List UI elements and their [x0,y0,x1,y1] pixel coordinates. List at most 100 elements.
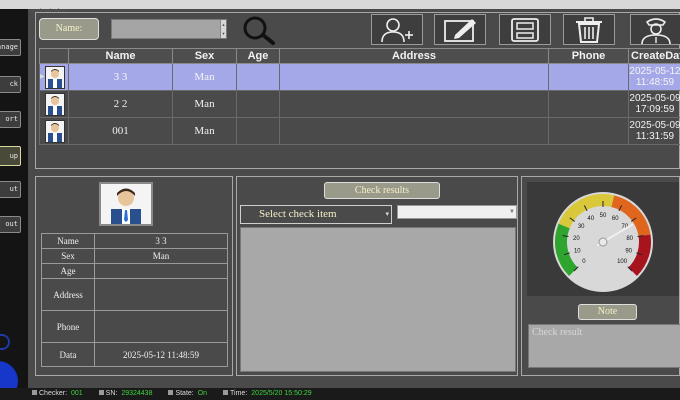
select-check-item-label[interactable]: Select check item ▾ [240,205,392,224]
logo-icon [0,361,18,388]
delete-icon [576,16,602,43]
column-header-address[interactable]: Address [279,48,549,64]
add-user-button[interactable] [371,14,423,45]
cell-date: 2025-05-09 [629,120,680,131]
info-row-name: Name 3 3 [41,233,228,249]
info-key: Data [41,342,95,367]
column-header-createdata[interactable]: CreateData [628,48,680,64]
state-value: On [197,390,208,397]
gauge-tick-label: 50 [600,213,607,219]
patient-avatar [99,182,153,226]
doctor-icon [640,17,671,44]
cell-address [279,63,549,91]
row-indicator-icon: ▶ [40,74,45,80]
gauge-tick-label: 80 [626,236,633,242]
avatar-icon [45,120,65,143]
cell-name: 3 3 [68,63,173,91]
sn-value: 29324438 [121,390,153,397]
cell-age [236,117,280,145]
table-row[interactable]: 001 Man 2025-05-09 11:31:59 [39,117,680,145]
sidebar-check-button[interactable]: ck [0,76,21,93]
cell-date: 2025-05-12 [629,66,680,77]
column-header-phone[interactable]: Phone [548,48,629,64]
edit-button[interactable] [434,14,486,45]
note-label: Note [578,304,637,320]
row-avatar-cell [39,117,69,145]
patient-info-table: Name 3 3 Sex Man Age Address Phone Data … [41,233,228,367]
gauge-tick-label: 30 [578,224,585,230]
cell-name: 2 2 [68,90,173,118]
check-results-area [240,227,516,372]
info-value [94,278,228,311]
sidebar-about-button[interactable]: ut [0,181,21,198]
gauge-tick-label: 90 [625,248,632,254]
note-textarea[interactable]: Check result [528,324,680,368]
gauge-hub [598,237,608,247]
cell-time: 11:48:59 [635,77,675,88]
status-bar: Checker: 001 SN: 29324438 State: On Time: 20… [28,388,680,400]
table-row[interactable]: 2 2 Man 2025-05-09 17:09:59 [39,90,680,118]
cell-address [279,90,549,118]
status-bar-left [0,388,28,400]
time-value: 2025/5/20 15:50:29 [251,390,312,397]
table-row[interactable]: ▶ 3 3 Man 2025-05-12 11:48:59 [39,63,680,91]
status-square-icon [98,390,104,395]
sidebar-manage-button[interactable]: anage [0,39,21,56]
column-header-icon [39,48,69,64]
gauge-tick-label: 100 [617,259,628,265]
sidebar-report-button[interactable]: ort [0,111,21,128]
info-key: Age [41,263,95,279]
row-avatar-cell [39,90,69,118]
edit-icon [444,18,476,42]
cell-address [279,117,549,145]
cell-createdata: 2025-05-12 11:48:59 [628,63,680,91]
info-value [94,263,228,279]
cell-age [236,63,280,91]
sidebar: anage ck ort up ut out [0,9,28,388]
cell-name: 001 [68,117,173,145]
doctor-button[interactable] [630,14,680,45]
save-button[interactable] [499,14,551,45]
column-header-name[interactable]: Name [68,48,173,64]
status-square-icon [168,390,174,395]
cell-date: 2025-05-09 [629,93,680,104]
chevron-down-icon: ▼ [509,209,515,215]
info-row-data: Data 2025-05-12 11:48:59 [41,342,228,367]
sidebar-setup-button[interactable]: up [0,146,21,166]
name-label: Name: [39,18,99,40]
gauge-tick-label: 10 [574,248,581,254]
search-button[interactable] [234,14,284,45]
info-value: Man [94,248,228,264]
status-square-icon [223,390,229,395]
info-row-sex: Sex Man [41,248,228,264]
gauge: 0 10 20 30 40 50 60 70 80 90 100 [527,182,679,296]
cell-phone [548,117,629,145]
column-header-age[interactable]: Age [236,48,280,64]
select-check-item-text: Select check item [259,208,337,220]
sidebar-logout-button[interactable]: out [0,216,21,233]
avatar-icon [45,93,65,116]
cell-sex: Man [172,63,237,91]
info-value [94,310,228,343]
column-header-sex[interactable]: Sex [172,48,237,64]
delete-button[interactable] [563,14,615,45]
gauge-dial: 010203040 50 60708090100 [553,192,653,292]
info-value: 2025-05-12 11:48:59 [94,342,228,367]
info-row-age: Age [41,263,228,279]
spinner-arrows-icon[interactable]: ▲ ▼ [220,20,226,38]
add-user-icon [381,17,413,42]
wifi-icon [0,334,10,350]
time-label: Time: [230,390,248,397]
cell-phone [548,63,629,91]
gauge-tick-label: 20 [573,236,580,242]
avatar-icon [45,66,65,89]
check-results-label: Check results [324,182,440,199]
check-item-select[interactable]: ▼ [397,205,517,219]
cell-createdata: 2025-05-09 17:09:59 [628,90,680,118]
cell-time: 17:09:59 [635,104,675,115]
info-row-address: Address [41,278,228,311]
row-avatar-cell: ▶ [39,63,69,91]
status-square-icon [32,390,37,395]
info-key: Sex [41,248,95,264]
name-search-input[interactable]: ▲ ▼ [111,19,227,39]
